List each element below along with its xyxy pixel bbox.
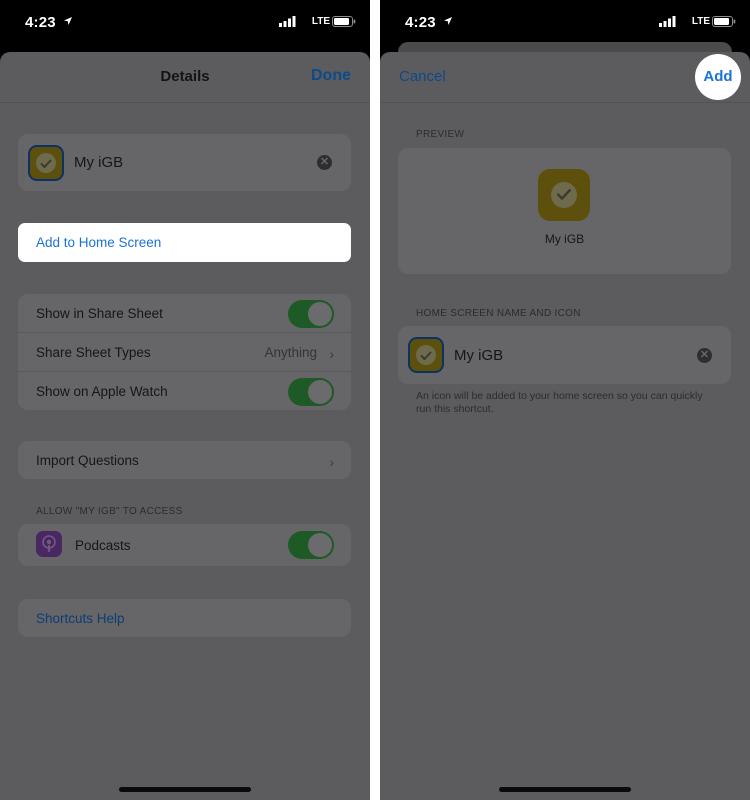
toggle-knob <box>308 380 332 404</box>
status-bar: 4:23 LTE <box>0 0 370 44</box>
add-to-home-sheet: Cancel PREVIEW My iGB HOME SCREEN NAME A… <box>380 52 750 800</box>
shortcuts-help-link[interactable]: Shortcuts Help <box>36 611 125 626</box>
location-arrow-icon <box>64 17 72 25</box>
cancel-button[interactable]: Cancel <box>399 68 446 85</box>
network-type: LTE <box>691 16 710 27</box>
battery-icon <box>712 16 736 27</box>
row-label: Share Sheet Types <box>36 345 151 360</box>
import-questions-label: Import Questions <box>36 453 139 468</box>
podcasts-icon <box>42 535 56 552</box>
clear-text-icon[interactable]: ✕ <box>317 155 332 170</box>
settings-card: Show in Share Sheet Share Sheet Types An… <box>18 294 351 410</box>
signal-icon <box>659 16 676 27</box>
name-icon-section-header: HOME SCREEN NAME AND ICON <box>416 308 581 319</box>
row-show-on-apple-watch: Show on Apple Watch <box>18 372 351 410</box>
status-time: 4:23 <box>405 14 436 31</box>
details-sheet: Details Done My iGB ✕ Show in Share Shee… <box>0 52 370 800</box>
phone-screen-add-to-home: 4:23 LTE Cancel PREVIEW My iGB HOME SCRE… <box>380 0 750 800</box>
nav-bar: Details Done <box>0 52 370 103</box>
row-label: Show in Share Sheet <box>36 306 163 321</box>
preview-card: My iGB <box>398 148 731 274</box>
row-share-sheet-types[interactable]: Share Sheet Types Anything › <box>18 333 351 372</box>
podcasts-toggle[interactable] <box>288 531 334 559</box>
home-indicator <box>499 787 631 792</box>
phone-screen-details: 4:23 LTE Details Done My iGB ✕ Show in S… <box>0 0 370 800</box>
battery-icon <box>332 16 356 27</box>
name-icon-card: My iGB ✕ <box>398 326 731 384</box>
shortcut-name-card: My iGB ✕ <box>18 134 351 191</box>
import-questions-card[interactable]: Import Questions › <box>18 441 351 479</box>
podcasts-card: Podcasts <box>18 524 351 566</box>
home-icon-picker[interactable] <box>408 337 444 373</box>
add-to-home-screen-label: Add to Home Screen <box>36 235 162 250</box>
preview-name: My iGB <box>544 232 585 246</box>
footnote-text: An icon will be added to your home scree… <box>416 390 703 415</box>
toggle-knob <box>308 302 332 326</box>
add-button[interactable]: Add <box>695 54 741 100</box>
network-type: LTE <box>311 16 330 27</box>
share-sheet-toggle[interactable] <box>288 300 334 328</box>
shortcut-name-field[interactable]: My iGB <box>74 154 123 171</box>
check-glyph-icon <box>40 159 52 168</box>
access-section-header: ALLOW "MY IGB" TO ACCESS <box>36 506 183 517</box>
clear-text-icon[interactable]: ✕ <box>697 348 712 363</box>
apple-watch-toggle[interactable] <box>288 378 334 406</box>
toggle-knob <box>308 533 332 557</box>
done-button[interactable]: Done <box>311 67 351 85</box>
podcasts-label: Podcasts <box>75 538 131 553</box>
add-to-home-screen-button[interactable]: Add to Home Screen <box>18 223 351 262</box>
status-time: 4:23 <box>25 14 56 31</box>
status-bar: 4:23 LTE <box>380 0 750 44</box>
row-value: Anything <box>264 345 317 360</box>
podcasts-app-icon <box>36 531 62 557</box>
location-arrow-icon <box>444 17 452 25</box>
preview-section-header: PREVIEW <box>416 129 465 140</box>
check-glyph-icon <box>556 188 572 200</box>
chevron-right-icon: › <box>329 346 334 362</box>
preview-app-icon <box>538 169 590 221</box>
shortcut-app-icon[interactable] <box>28 145 64 181</box>
chevron-right-icon: › <box>329 454 334 470</box>
home-indicator <box>119 787 251 792</box>
shortcuts-help-card: Shortcuts Help <box>18 599 351 637</box>
add-button-label: Add <box>703 68 733 85</box>
check-glyph-icon <box>420 351 432 360</box>
row-label: Show on Apple Watch <box>36 384 168 399</box>
row-show-in-share-sheet: Show in Share Sheet <box>18 294 351 333</box>
home-screen-name-field[interactable]: My iGB <box>454 347 503 364</box>
signal-icon <box>279 16 296 27</box>
